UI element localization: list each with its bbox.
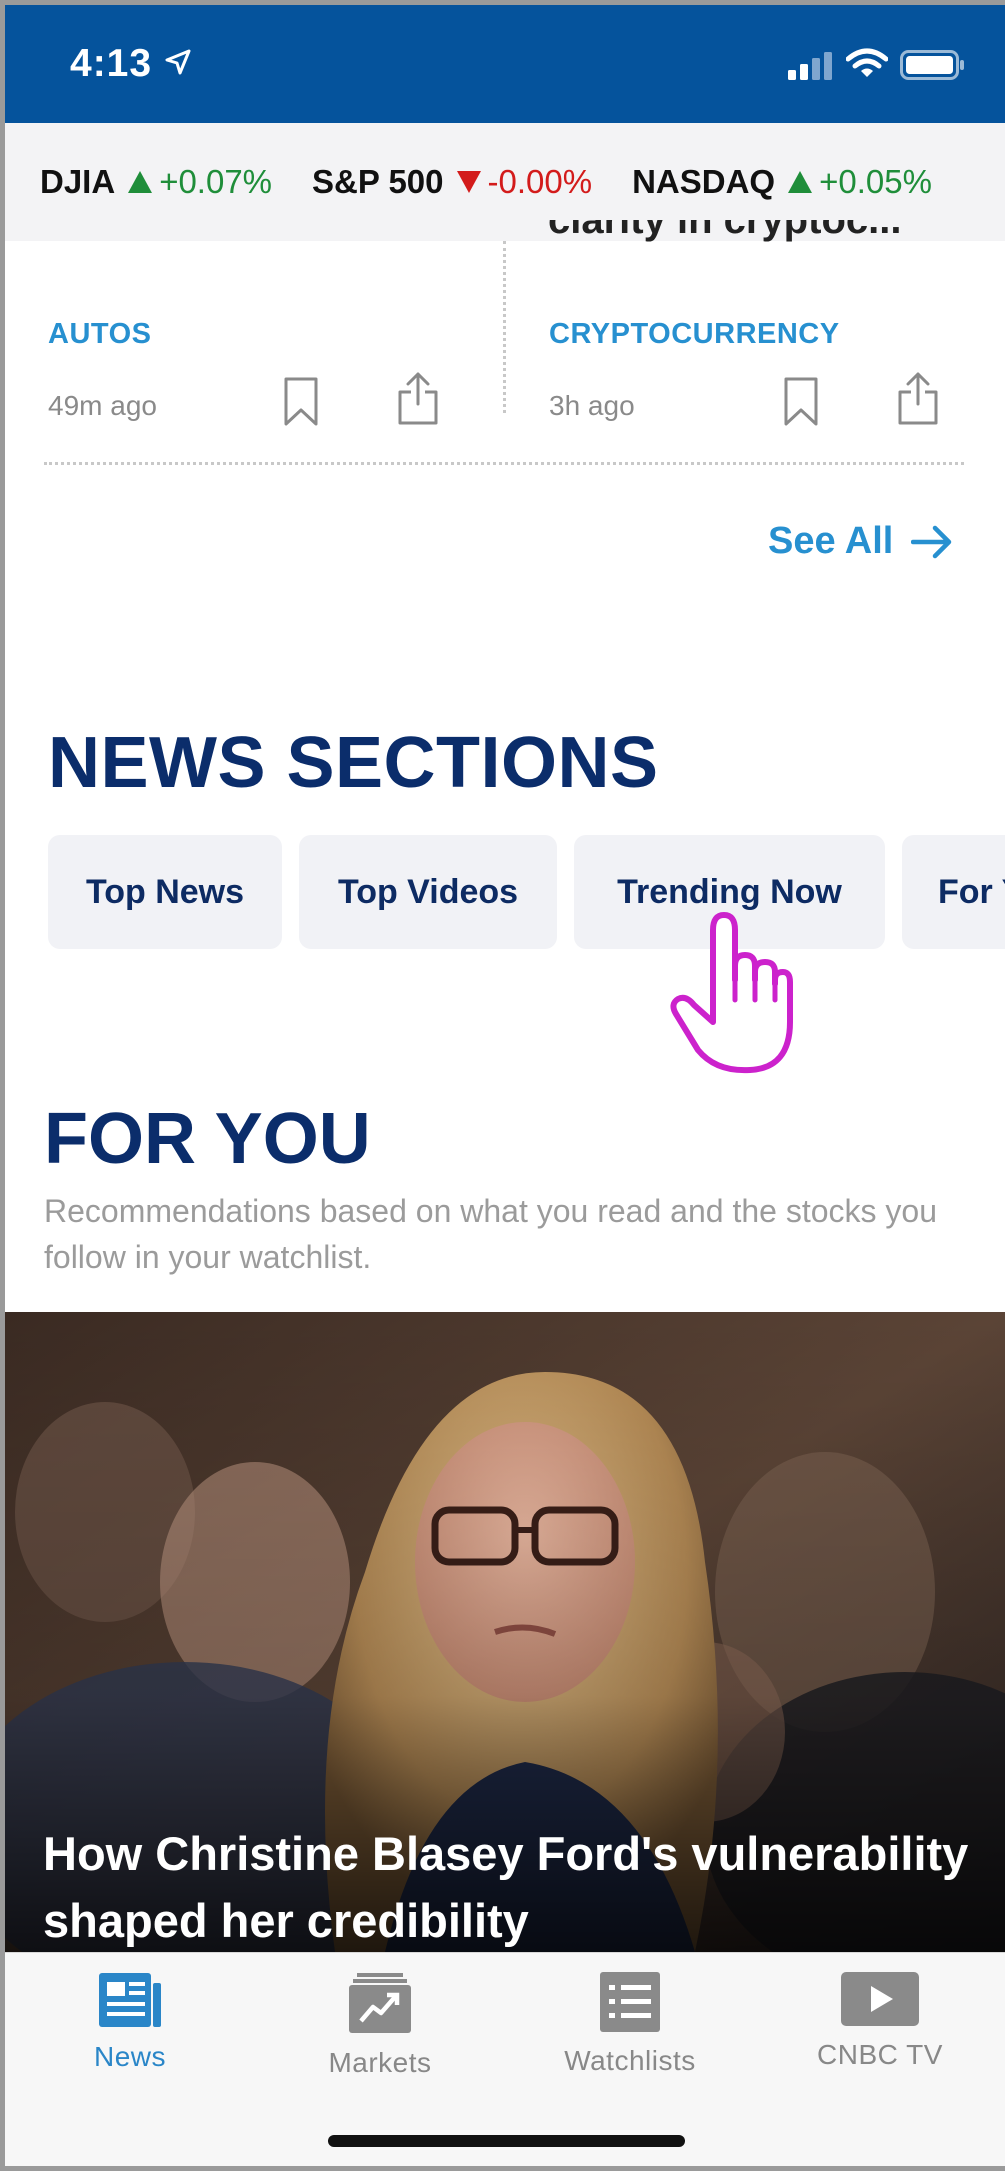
list-icon (600, 1972, 660, 2032)
play-icon (841, 1972, 919, 2026)
article-headline-clipped[interactable]: clarity in cryptoc... (548, 220, 988, 248)
ticker-change: +0.05% (819, 163, 932, 200)
article-category-right[interactable]: CRYPTOCURRENCY (549, 318, 840, 351)
tab-watchlists[interactable]: Watchlists (530, 1971, 730, 2077)
chart-icon (349, 1973, 411, 2033)
ticker-item-nasdaq[interactable]: NASDAQ +0.05% (632, 163, 932, 201)
tab-label: CNBC TV (817, 2039, 943, 2070)
bookmark-icon[interactable] (283, 377, 319, 427)
home-indicator[interactable] (328, 2135, 685, 2147)
ticker-name: DJIA (40, 163, 116, 200)
triangle-up-icon (128, 171, 153, 193)
tab-cnbc-tv[interactable]: CNBC TV (780, 1971, 980, 2071)
see-all-link[interactable]: See All (768, 520, 953, 563)
battery-icon (900, 50, 964, 80)
ticker-name: NASDAQ (632, 163, 776, 200)
tab-markets[interactable]: Markets (280, 1971, 480, 2079)
article-headline-text: clarity in cryptoc... (548, 220, 902, 242)
article-time-left: 49m ago (48, 390, 157, 421)
wifi-icon (846, 48, 888, 77)
tab-label: News (93, 2041, 166, 2072)
ticker-item-djia[interactable]: DJIA +0.07% (40, 163, 272, 201)
for-you-description: Recommendations based on what you read a… (44, 1193, 937, 1275)
triangle-down-icon (456, 171, 481, 193)
row-divider (44, 462, 964, 465)
tab-label: Watchlists (564, 2045, 696, 2076)
chip-top-news[interactable]: Top News (48, 835, 282, 949)
ticker-name: S&P 500 (312, 163, 444, 200)
ticker-change: -0.00% (487, 163, 593, 200)
status-bar: 4:13 (0, 0, 1005, 123)
share-icon[interactable] (397, 370, 439, 426)
column-divider (503, 241, 506, 413)
arrow-right-icon (911, 525, 952, 558)
article-category-left[interactable]: AUTOS (48, 318, 151, 351)
tap-hand-icon (670, 912, 793, 1074)
article-time-right: 3h ago (549, 390, 635, 421)
triangle-up-icon (788, 171, 813, 193)
newspaper-icon (99, 1973, 161, 2027)
see-all-label: See All (768, 520, 894, 562)
cell-signal-icon (788, 52, 832, 80)
news-section-chips[interactable]: Top News Top Videos Trending Now For Y (48, 835, 1005, 949)
chip-for-you-partial[interactable]: For Y (902, 835, 1005, 949)
ticker-item-sp500[interactable]: S&P 500 -0.00% (312, 163, 592, 201)
ticker-change: +0.07% (159, 163, 273, 200)
tab-label: Markets (328, 2047, 432, 2078)
hero-headline[interactable]: How Christine Blasey Ford's vulnerabilit… (43, 1820, 983, 1954)
bookmark-icon[interactable] (783, 377, 819, 427)
news-sections-title: NEWS SECTIONS (48, 723, 659, 803)
for-you-title: FOR YOU (44, 1099, 371, 1179)
chip-top-videos[interactable]: Top Videos (299, 835, 557, 949)
location-arrow-icon (165, 49, 191, 75)
status-time: 4:13 (70, 42, 153, 85)
tab-news[interactable]: News (30, 1971, 230, 2073)
share-icon[interactable] (897, 370, 939, 426)
